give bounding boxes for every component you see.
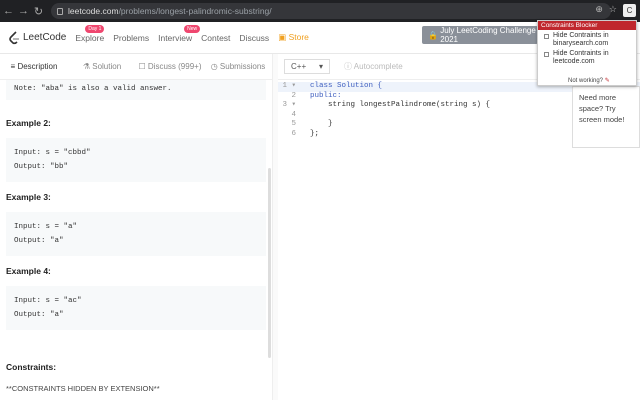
line-number: 1 ▾ [282, 82, 296, 90]
nav-discuss[interactable]: Discuss [239, 33, 269, 43]
nav-store[interactable]: ▣ Store [278, 32, 309, 43]
nav-problems[interactable]: Problems [113, 33, 149, 43]
leetcode-logo-icon [9, 30, 19, 44]
example-2-input: Input: s = "cbbd" [14, 149, 91, 157]
forward-icon[interactable]: → [17, 5, 30, 17]
screen: ← → ↻ leetcode.com/problems/longest-pali… [0, 0, 640, 400]
example-4-title: Example 4: [6, 266, 51, 276]
constraints-text: **CONSTRAINTS HIDDEN BY EXTENSION** [6, 384, 160, 393]
challenge-label: July LeetCoding Challenge 2021 [440, 26, 536, 44]
star-icon[interactable]: ☆ [609, 4, 617, 17]
code-text: public: [310, 91, 342, 100]
code-text: string longestPalindrome(string s) { [310, 101, 491, 109]
reload-icon[interactable]: ↻ [32, 5, 45, 18]
fullscreen-tooltip: Need more space? Try screen mode! [572, 86, 640, 148]
code-text: class Solution { [310, 82, 383, 90]
constraints-title: Constraints: [6, 362, 57, 372]
leetcode-logo[interactable]: LeetCode [8, 30, 67, 45]
nav-interview[interactable]: Interview New [158, 24, 201, 43]
challenge-banner[interactable]: 🔒 July LeetCoding Challenge 2021 [422, 26, 538, 44]
store-icon: ▣ [278, 32, 289, 42]
nav-contest[interactable]: Contest [201, 33, 230, 43]
popup-title: Constraints Blocker [538, 21, 636, 30]
info-icon: ⓘ [344, 62, 354, 71]
example-3-output: Output: "a" [14, 237, 64, 245]
nav-explore-label: Explore [75, 32, 105, 43]
line-number: 5 [291, 120, 296, 128]
flask-icon: ⚗ [82, 62, 93, 71]
description-panel: Note: "aba" is also a valid answer. Exam… [0, 80, 272, 400]
autocomplete-label: Autocomplete [353, 62, 403, 71]
language-select[interactable]: C++ ▾ [284, 59, 330, 74]
nav-interview-badge: New [184, 24, 201, 33]
checkbox-binarysearch[interactable] [544, 34, 549, 39]
problem-tabs: ≡ Description ⚗ Solution ☐ Discuss (999+… [0, 54, 272, 80]
tab-solution-label: Solution [92, 62, 122, 71]
description-scrollbar[interactable] [268, 168, 271, 358]
nav-interview-label: Interview [158, 32, 193, 43]
tab-submissions-label: Submissions [219, 62, 266, 71]
tab-discuss-label: Discuss (999+) [147, 62, 202, 71]
example-1-box: Note: "aba" is also a valid answer. [6, 80, 266, 100]
extension-icon[interactable]: C [623, 4, 636, 17]
example-2-output: Output: "bb" [14, 163, 69, 171]
nav-explore-badge: Day 1 [85, 24, 105, 33]
example-3-title: Example 3: [6, 192, 51, 202]
zoom-icon[interactable]: ⊕ [595, 4, 603, 17]
url-path: /problems/longest-palindromic-substring/ [118, 6, 272, 16]
tab-description-label: Description [17, 62, 58, 71]
note-text: Note: "aba" is also a valid answer. [14, 85, 172, 93]
challenge-icon: 🔒 [428, 30, 441, 40]
wrench-icon: ✎ [604, 78, 610, 84]
line-number: 3 ▾ [282, 101, 296, 109]
example-3-input: Input: s = "a" [14, 223, 78, 231]
discuss-icon: ☐ [138, 62, 148, 71]
example-4-output: Output: "a" [14, 311, 64, 319]
example-3-box: Input: s = "a" Output: "a" [6, 212, 266, 256]
line-number: 2 [291, 91, 296, 100]
example-4-input: Input: s = "ac" [14, 297, 82, 305]
tab-description[interactable]: ≡ Description [0, 62, 68, 71]
code-text: } [310, 120, 333, 128]
autocomplete-toggle[interactable]: ⓘ Autocomplete [344, 61, 403, 72]
example-2-box: Input: s = "cbbd" Output: "bb" [6, 138, 266, 182]
browser-toolbar: ← → ↻ leetcode.com/problems/longest-pali… [0, 0, 640, 22]
nav-store-label: Store [288, 32, 309, 42]
language-label: C++ [291, 62, 307, 71]
tab-submissions[interactable]: ◷ Submissions [204, 62, 272, 71]
tab-solution[interactable]: ⚗ Solution [68, 62, 136, 71]
option-leetcode-label: Hide Contraints in leetcode.com [553, 50, 609, 65]
not-working-label: Not working? [568, 78, 604, 84]
option-binarysearch-label: Hide Contraints in binarysearch.com [553, 32, 609, 47]
logo-text: LeetCode [23, 32, 67, 43]
nav-explore[interactable]: Explore Day 1 [75, 24, 105, 43]
url-host: leetcode.com [68, 6, 119, 16]
line-number: 4 [291, 110, 296, 119]
lock-icon [57, 7, 63, 15]
example-2-title: Example 2: [6, 118, 51, 128]
chevron-down-icon: ▾ [318, 62, 323, 71]
not-working-link[interactable]: Not working? ✎ [568, 77, 610, 84]
checkbox-leetcode[interactable] [544, 52, 549, 57]
history-icon: ◷ [210, 62, 220, 71]
tab-discuss[interactable]: ☐ Discuss (999+) [136, 62, 204, 71]
address-bar[interactable]: leetcode.com/problems/longest-palindromi… [51, 3, 611, 19]
extension-popup: Constraints Blocker Hide Contraints in b… [537, 20, 637, 86]
option-leetcode[interactable]: Hide Contraints in leetcode.com [538, 48, 636, 66]
example-4-box: Input: s = "ac" Output: "a" [6, 286, 266, 330]
option-binarysearch[interactable]: Hide Contraints in binarysearch.com [538, 30, 636, 48]
line-number: 6 [291, 129, 296, 138]
back-icon[interactable]: ← [2, 5, 15, 17]
code-text: }; [310, 129, 320, 138]
